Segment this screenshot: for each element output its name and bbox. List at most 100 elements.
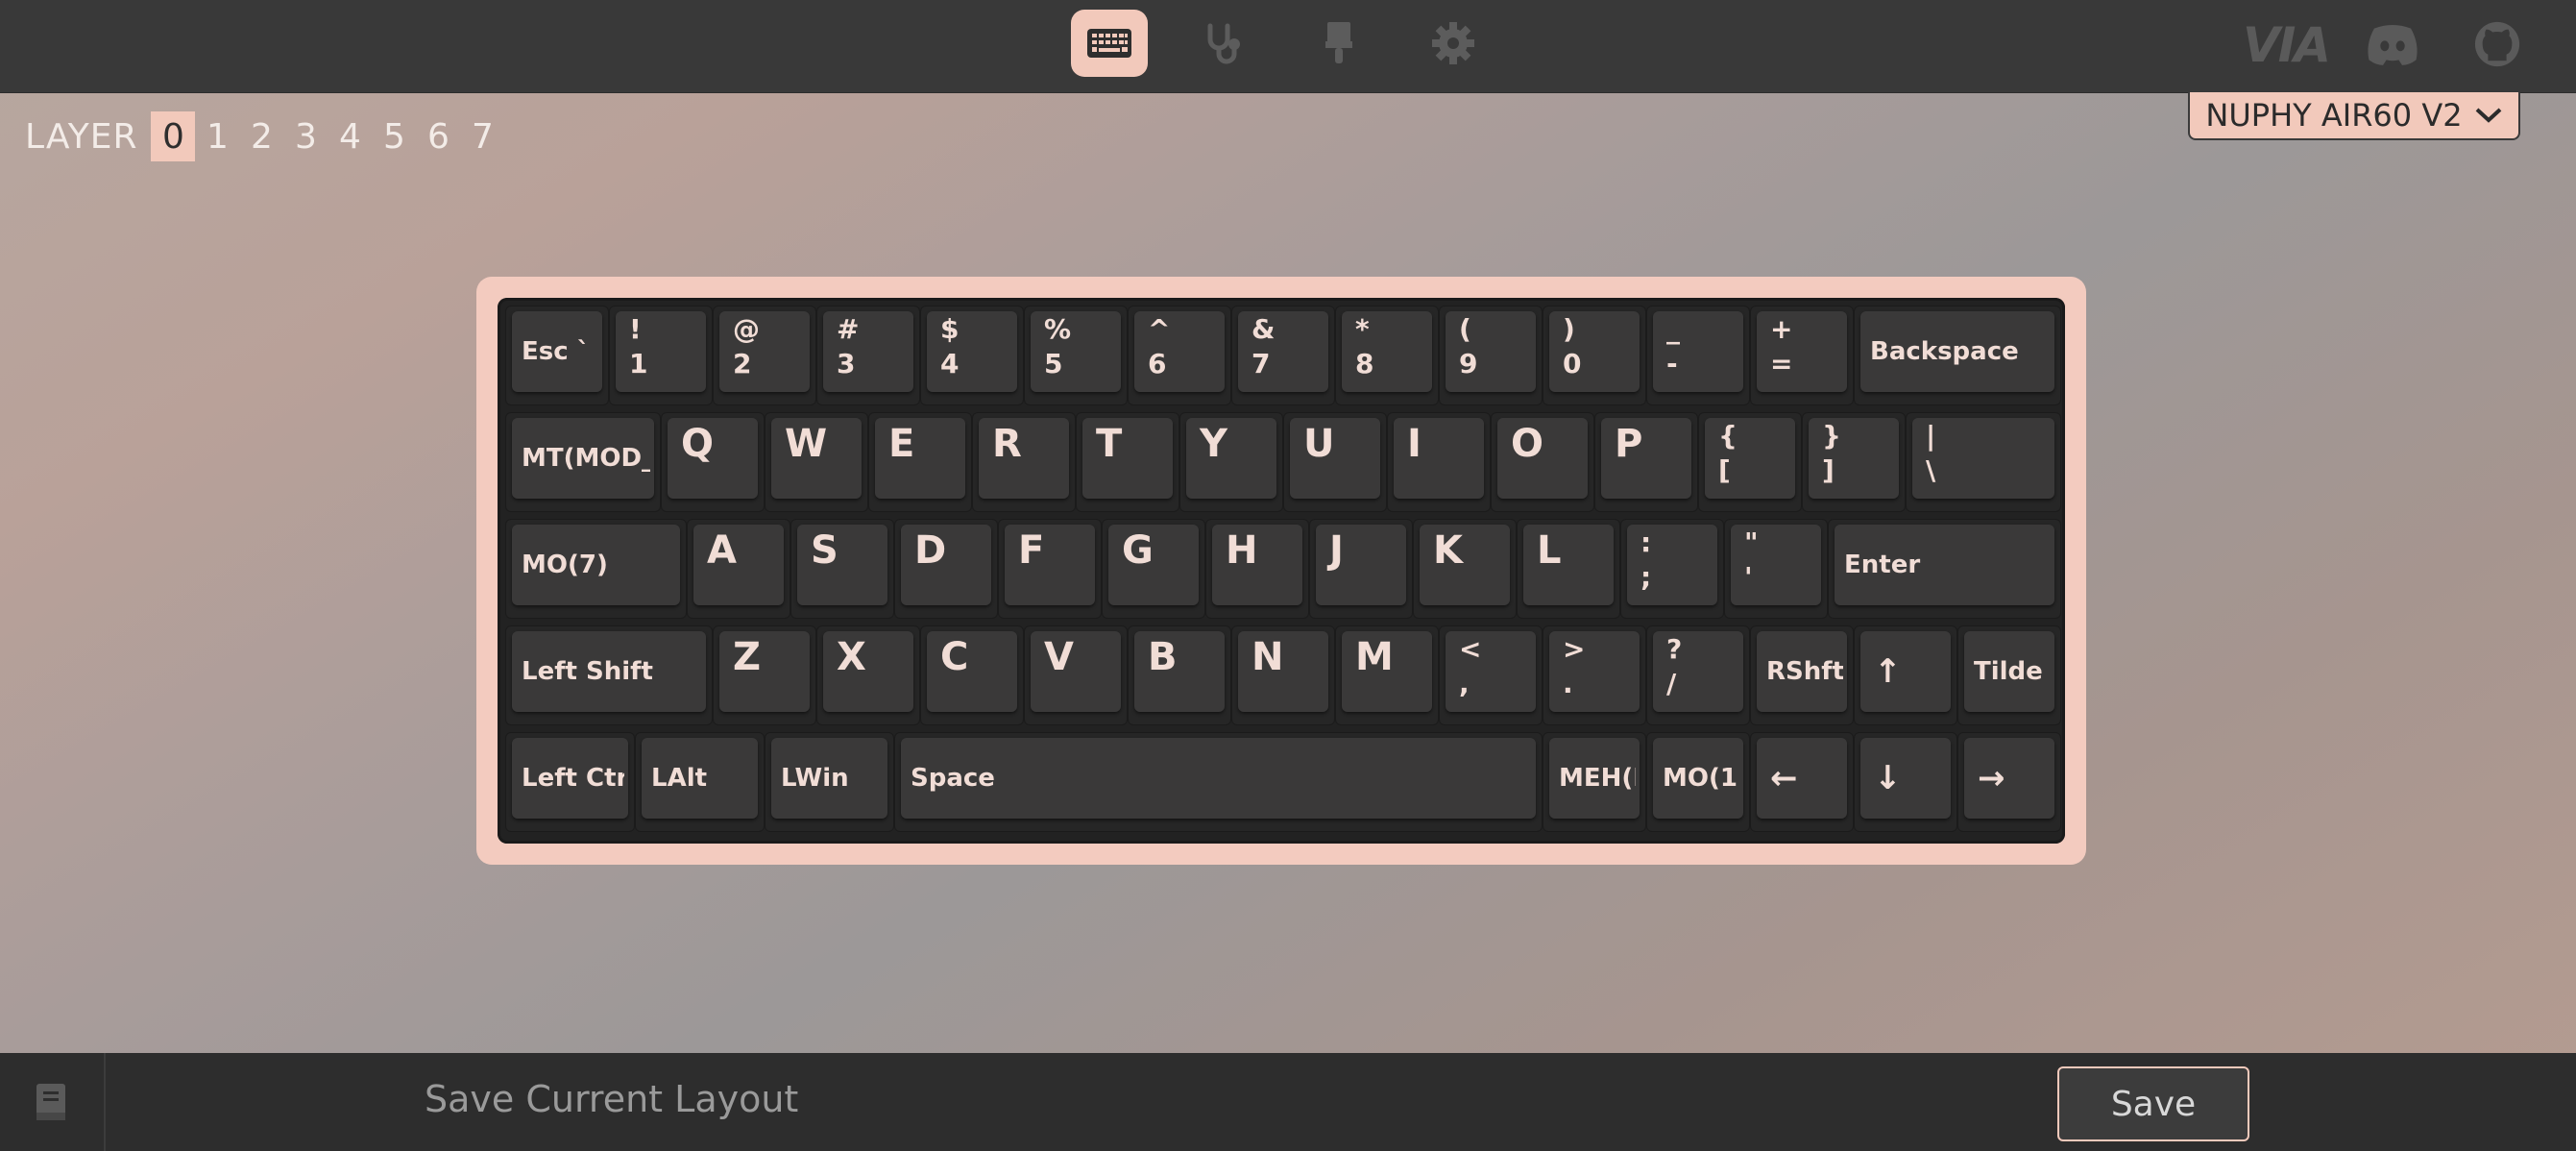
key-meh-kc[interactable]: MEH(KC_: [1543, 732, 1646, 832]
key-h[interactable]: H: [1205, 519, 1309, 619]
settings-tab-button[interactable]: [1415, 10, 1492, 77]
key-a[interactable]: A: [687, 519, 790, 619]
test-tab-button[interactable]: [1185, 10, 1262, 77]
key-symbol[interactable]: ←: [1750, 732, 1854, 832]
keycap: U: [1290, 418, 1380, 499]
key-legend-base: 3: [837, 348, 856, 380]
key-symbol[interactable]: + =: [1750, 306, 1854, 405]
key-symbol[interactable]: _ -: [1646, 306, 1750, 405]
key-legend-shifted: |: [1926, 420, 1936, 452]
key-p[interactable]: P: [1594, 412, 1698, 512]
key-m[interactable]: M: [1335, 625, 1439, 725]
key-legend: L: [1537, 528, 1562, 573]
github-link[interactable]: [2472, 17, 2522, 71]
key-legend: V: [1044, 635, 1074, 679]
key-symbol[interactable]: :;: [1620, 519, 1724, 619]
key-mo-1[interactable]: MO(1): [1646, 732, 1750, 832]
key-lwin[interactable]: LWin: [765, 732, 894, 832]
key-k[interactable]: K: [1413, 519, 1517, 619]
save-button[interactable]: Save: [2057, 1066, 2249, 1141]
key-z[interactable]: Z: [713, 625, 816, 725]
key-y[interactable]: Y: [1179, 412, 1283, 512]
key-legend: Left Shift: [522, 657, 653, 686]
key-legend-shifted: (: [1459, 313, 1471, 345]
key-legend-base: \: [1926, 454, 1936, 486]
key-legend: D: [914, 528, 947, 573]
key-symbol[interactable]: ? /: [1646, 625, 1750, 725]
key-legend-base: /: [1666, 668, 1677, 699]
keycap: H: [1212, 525, 1302, 605]
key-1[interactable]: ! 1: [609, 306, 713, 405]
layer-0-button[interactable]: 0: [151, 111, 196, 161]
key-e[interactable]: E: [868, 412, 972, 512]
key-left-shift[interactable]: Left Shift: [505, 625, 713, 725]
key-f[interactable]: F: [998, 519, 1102, 619]
key-symbol[interactable]: ↓: [1854, 732, 1957, 832]
key-w[interactable]: W: [765, 412, 868, 512]
key-symbol[interactable]: <,: [1439, 625, 1543, 725]
key-mt-mod-lctl[interactable]: MT(MOD_LCTL: [505, 412, 661, 512]
key-symbol[interactable]: >.: [1543, 625, 1646, 725]
key-left-ctrl[interactable]: Left Ctrl: [505, 732, 635, 832]
key-legend: Z: [733, 635, 762, 679]
key-legend-base: 4: [940, 348, 960, 380]
key-q[interactable]: Q: [661, 412, 765, 512]
key-n[interactable]: N: [1231, 625, 1335, 725]
layer-label: LAYER: [25, 116, 138, 157]
key-x[interactable]: X: [816, 625, 920, 725]
design-tab-button[interactable]: [1300, 10, 1377, 77]
key-8[interactable]: * 8: [1335, 306, 1439, 405]
key-space[interactable]: Space: [894, 732, 1543, 832]
keycap: LAlt: [642, 738, 758, 819]
key-j[interactable]: J: [1309, 519, 1413, 619]
key-0[interactable]: ) 0: [1543, 306, 1646, 405]
key-tilde[interactable]: Tilde: [1957, 625, 2061, 725]
key-symbol[interactable]: {[: [1698, 412, 1802, 512]
keycap: N: [1238, 631, 1328, 712]
discord-link[interactable]: [2361, 17, 2424, 71]
key-backspace[interactable]: Backspace: [1854, 306, 2061, 405]
key-esc[interactable]: Esc `: [505, 306, 609, 405]
key-4[interactable]: $4: [920, 306, 1024, 405]
layer-6-button[interactable]: 6: [416, 111, 460, 161]
key-rshft[interactable]: RShft: [1750, 625, 1854, 725]
key-r[interactable]: R: [972, 412, 1076, 512]
key-u[interactable]: U: [1283, 412, 1387, 512]
key-enter[interactable]: Enter: [1828, 519, 2061, 619]
key-g[interactable]: G: [1102, 519, 1205, 619]
key-symbol[interactable]: →: [1957, 732, 2061, 832]
key-legend: Enter: [1844, 551, 1921, 579]
layer-1-button[interactable]: 1: [195, 111, 239, 161]
key-mo-7[interactable]: MO(7): [505, 519, 687, 619]
key-2[interactable]: @2: [713, 306, 816, 405]
key-d[interactable]: D: [894, 519, 998, 619]
key-symbol[interactable]: | \: [1906, 412, 2061, 512]
layer-2-button[interactable]: 2: [239, 111, 283, 161]
key-i[interactable]: I: [1387, 412, 1491, 512]
key-7[interactable]: & 7: [1231, 306, 1335, 405]
key-l[interactable]: L: [1517, 519, 1620, 619]
key-3[interactable]: #3: [816, 306, 920, 405]
key-symbol[interactable]: ↑: [1854, 625, 1957, 725]
key-5[interactable]: % 5: [1024, 306, 1128, 405]
bottom-bar: Save Current Layout Save: [0, 1053, 2576, 1151]
key-symbol[interactable]: }]: [1802, 412, 1906, 512]
key-legend-shifted: ^: [1148, 313, 1171, 345]
layer-5-button[interactable]: 5: [372, 111, 416, 161]
layer-7-button[interactable]: 7: [460, 111, 504, 161]
key-v[interactable]: V: [1024, 625, 1128, 725]
device-selector[interactable]: NUPHY AIR60 V2: [2188, 92, 2520, 140]
key-t[interactable]: T: [1076, 412, 1179, 512]
layer-4-button[interactable]: 4: [328, 111, 372, 161]
key-s[interactable]: S: [790, 519, 894, 619]
key-lalt[interactable]: LAlt: [635, 732, 765, 832]
layer-3-button[interactable]: 3: [283, 111, 328, 161]
key-o[interactable]: O: [1491, 412, 1594, 512]
key-9[interactable]: (9: [1439, 306, 1543, 405]
key-6[interactable]: ^ 6: [1128, 306, 1231, 405]
key-b[interactable]: B: [1128, 625, 1231, 725]
key-c[interactable]: C: [920, 625, 1024, 725]
book-icon[interactable]: [33, 1082, 71, 1124]
key-symbol[interactable]: " ': [1724, 519, 1828, 619]
configure-tab-button[interactable]: [1071, 10, 1148, 77]
